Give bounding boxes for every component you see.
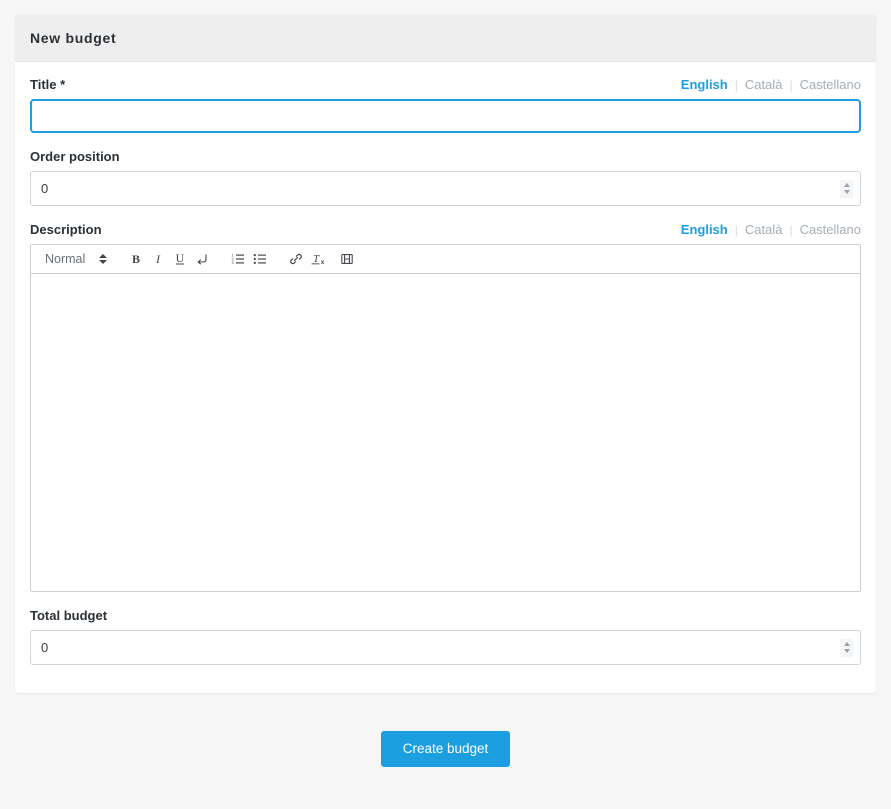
description-editor-content[interactable] (31, 274, 860, 591)
chevron-down-icon[interactable] (843, 649, 850, 653)
card-body: Title * English | Català | Castellano Or… (15, 62, 876, 693)
language-tabs-title: English | Català | Castellano (674, 78, 861, 93)
video-icon[interactable] (336, 248, 358, 270)
order-position-stepper[interactable] (840, 179, 853, 198)
total-budget-input[interactable] (30, 630, 861, 665)
lang-tab-english[interactable]: English (674, 78, 735, 92)
form-footer: Create budget (15, 693, 876, 767)
svg-text:T: T (313, 253, 320, 265)
page-title: New budget (30, 30, 117, 46)
title-label-text: Title (30, 77, 57, 92)
order-position-input[interactable] (30, 171, 861, 206)
page-container: New budget Title * English | Català | Ca… (0, 0, 891, 809)
chevron-updown-icon (99, 254, 108, 264)
field-description-label-row: Description English | Català | Castellan… (30, 222, 861, 239)
svg-text:3: 3 (232, 260, 235, 265)
ordered-list-icon[interactable]: 1 2 3 (227, 248, 249, 270)
lang-tab-english[interactable]: English (674, 223, 735, 237)
bullet-list-icon[interactable] (249, 248, 271, 270)
editor-toolbar: Normal B I U 1 2 3 T x (31, 245, 860, 274)
order-position-input-wrap (30, 171, 861, 206)
rich-text-editor: Normal B I U 1 2 3 T x (30, 244, 861, 592)
bold-icon[interactable]: B (125, 248, 147, 270)
field-total-budget: Total budget (30, 608, 861, 665)
field-title: Title * English | Català | Castellano (30, 77, 861, 133)
new-budget-card: New budget Title * English | Català | Ca… (15, 14, 876, 693)
create-budget-button[interactable]: Create budget (380, 731, 511, 767)
editor-text-style-group: B I U (125, 248, 213, 270)
chevron-up-icon[interactable] (843, 642, 850, 646)
lang-tab-catala[interactable]: Català (738, 223, 790, 237)
total-budget-input-wrap (30, 630, 861, 665)
order-position-label: Order position (30, 149, 120, 164)
italic-icon[interactable]: I (147, 248, 169, 270)
field-order-position-label-row: Order position (30, 149, 861, 166)
card-header: New budget (15, 14, 876, 62)
link-icon[interactable] (285, 248, 307, 270)
title-input[interactable] (30, 99, 861, 133)
field-order-position: Order position (30, 149, 861, 206)
svg-text:x: x (320, 259, 324, 266)
underline-icon[interactable]: U (169, 248, 191, 270)
format-select[interactable]: Normal (37, 252, 111, 266)
field-title-label-row: Title * English | Català | Castellano (30, 77, 861, 94)
lang-tab-catala[interactable]: Català (738, 78, 790, 92)
blockquote-icon[interactable] (191, 248, 213, 270)
svg-text:U: U (176, 252, 185, 265)
title-label: Title * (30, 77, 65, 92)
lang-tab-castellano[interactable]: Castellano (793, 223, 861, 237)
field-total-budget-label-row: Total budget (30, 608, 861, 625)
svg-text:B: B (132, 252, 140, 266)
chevron-down-icon[interactable] (843, 190, 850, 194)
svg-text:I: I (155, 252, 161, 266)
required-marker: * (60, 77, 66, 92)
chevron-up-icon[interactable] (843, 183, 850, 187)
clear-format-icon[interactable]: T x (307, 248, 329, 270)
total-budget-label: Total budget (30, 608, 108, 623)
total-budget-stepper[interactable] (840, 638, 853, 657)
field-description: Description English | Català | Castellan… (30, 222, 861, 592)
description-label: Description (30, 222, 102, 237)
language-tabs-description: English | Català | Castellano (674, 223, 861, 238)
format-select-value: Normal (45, 252, 86, 266)
editor-list-group: 1 2 3 (227, 248, 271, 270)
lang-tab-castellano[interactable]: Castellano (793, 78, 861, 92)
editor-insert-group: T x (285, 248, 358, 270)
